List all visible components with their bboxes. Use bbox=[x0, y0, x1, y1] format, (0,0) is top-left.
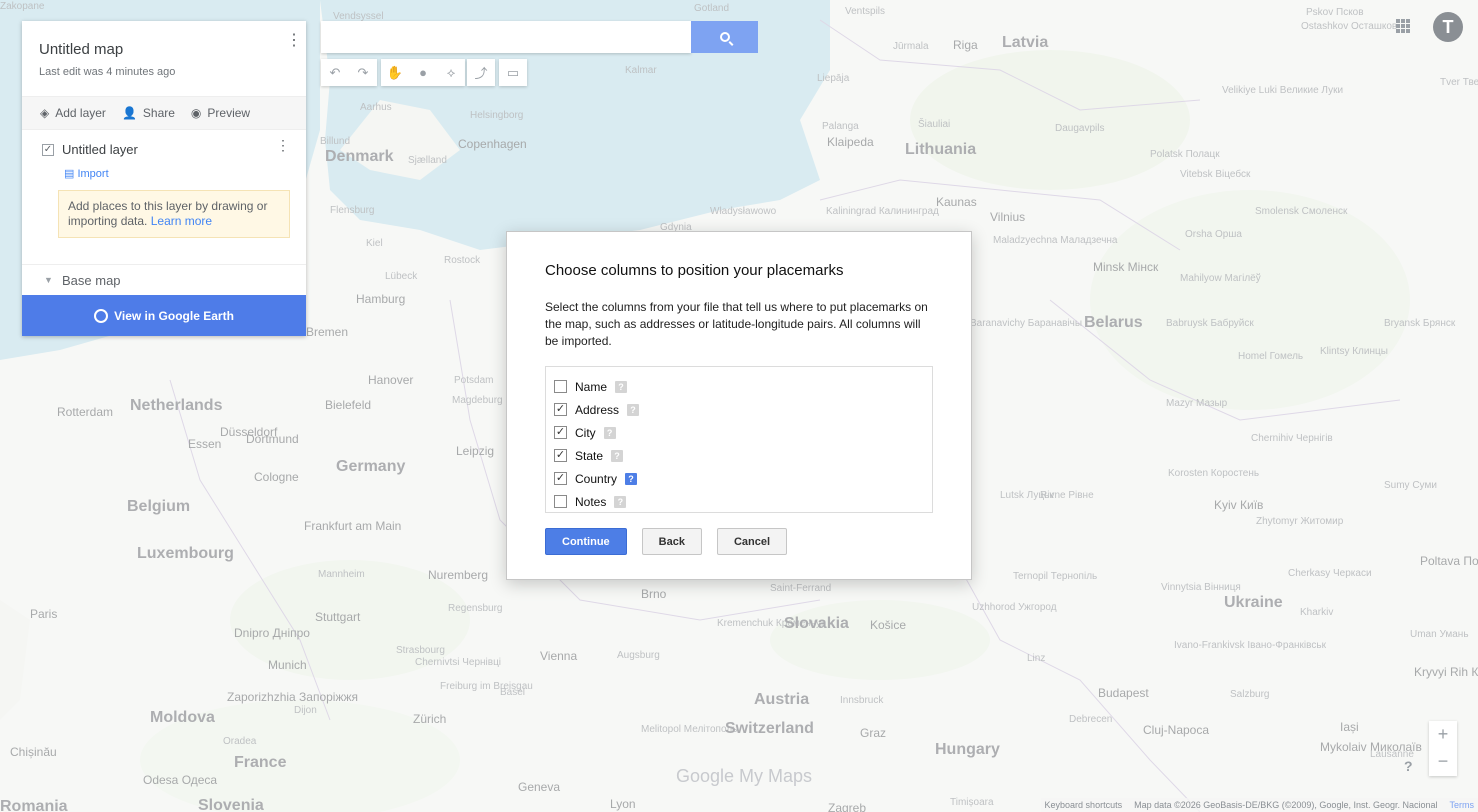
column-row[interactable]: ✓ Address? bbox=[554, 398, 932, 421]
column-checkbox[interactable]: ✓ bbox=[554, 403, 567, 416]
zoom-in-button[interactable]: + bbox=[1429, 721, 1457, 748]
eye-icon: ◉ bbox=[190, 106, 202, 120]
layer-section: ✓ Untitled layer ⋮ ▤ Import Add places t… bbox=[22, 130, 306, 264]
google-earth-button[interactable]: View in Google Earth bbox=[22, 295, 306, 336]
directions-icon[interactable]: ⤴ bbox=[467, 59, 495, 86]
column-checkbox[interactable]: ✓ bbox=[554, 472, 567, 485]
column-name: Country bbox=[575, 471, 618, 486]
column-checkbox[interactable] bbox=[554, 495, 567, 508]
last-edit-text: Last edit was 4 minutes ago bbox=[39, 66, 176, 78]
file-icon: ▤ bbox=[64, 168, 78, 180]
back-button[interactable]: Back bbox=[641, 528, 702, 555]
preview-button[interactable]: ◉ Preview bbox=[191, 106, 250, 120]
layers-icon: ◈ bbox=[40, 106, 50, 120]
layer-options-icon[interactable]: ⋮ bbox=[276, 138, 290, 152]
google-my-maps-logo: Google My Maps bbox=[676, 766, 813, 786]
help-icon[interactable]: ? bbox=[603, 426, 616, 439]
import-label: Import bbox=[77, 168, 109, 180]
map-options-icon[interactable]: ⋮ bbox=[286, 33, 302, 57]
share-button[interactable]: 👤 Share bbox=[122, 106, 175, 120]
search-button[interactable] bbox=[691, 21, 758, 53]
help-icon[interactable]: ? bbox=[1404, 758, 1413, 774]
dialog-title: Choose columns to position your placemar… bbox=[545, 262, 844, 279]
column-name: Address bbox=[575, 402, 620, 417]
choose-columns-dialog: Choose columns to position your placemar… bbox=[506, 231, 972, 580]
column-checkbox[interactable] bbox=[554, 380, 567, 393]
column-row[interactable]: Name? bbox=[554, 375, 932, 398]
import-link[interactable]: ▤ Import bbox=[64, 167, 290, 180]
undo-redo-toolbar: ↶ ↷ bbox=[321, 59, 377, 86]
column-name: State bbox=[575, 448, 604, 463]
dialog-description: Select the columns from your file that t… bbox=[545, 300, 928, 348]
help-icon[interactable]: ? bbox=[614, 495, 627, 508]
learn-more-link[interactable]: Learn more bbox=[151, 214, 212, 228]
hand-icon[interactable]: ✋ bbox=[381, 59, 409, 86]
add-layer-button[interactable]: ◈ Add layer bbox=[40, 106, 106, 120]
apps-grid-icon[interactable] bbox=[1396, 19, 1410, 33]
column-row[interactable]: Notes? bbox=[554, 490, 932, 513]
cancel-button[interactable]: Cancel bbox=[716, 528, 788, 555]
column-name: Name bbox=[575, 379, 608, 394]
layer-visibility-checkbox[interactable]: ✓ bbox=[42, 143, 54, 156]
column-checkbox[interactable]: ✓ bbox=[554, 426, 567, 439]
preview-label: Preview bbox=[207, 106, 251, 120]
ruler-icon[interactable]: ▭ bbox=[499, 59, 527, 86]
column-row[interactable]: ✓ City? bbox=[554, 421, 932, 444]
column-name: Notes bbox=[575, 494, 607, 509]
dialog-buttons: Continue Back Cancel bbox=[545, 528, 933, 555]
help-icon[interactable]: ? bbox=[625, 472, 638, 485]
column-checkbox[interactable]: ✓ bbox=[554, 449, 567, 462]
column-name: City bbox=[575, 425, 596, 440]
account-avatar[interactable]: T bbox=[1433, 12, 1463, 42]
person-add-icon: 👤 bbox=[121, 106, 137, 120]
help-icon[interactable]: ? bbox=[611, 449, 624, 462]
search-icon bbox=[719, 32, 730, 42]
continue-button[interactable]: Continue bbox=[545, 528, 627, 555]
column-row[interactable]: ✓ State? bbox=[554, 444, 932, 467]
measure-toolbar: ▭ bbox=[499, 59, 527, 86]
column-row[interactable]: ✓ Country? bbox=[554, 467, 932, 490]
earth-icon bbox=[94, 308, 109, 323]
help-icon[interactable]: ? bbox=[615, 380, 628, 393]
columns-list: Name? ✓ Address? ✓ City? ✓ State? ✓ Country?… bbox=[545, 366, 933, 513]
expand-arrow-icon[interactable]: ▼ bbox=[44, 275, 53, 285]
panel-header: Untitled map Last edit was 4 minutes ago… bbox=[22, 21, 306, 96]
zoom-out-button[interactable]: − bbox=[1429, 748, 1457, 775]
keyboard-shortcuts-link[interactable]: Keyboard shortcuts bbox=[1045, 800, 1123, 810]
draw-toolbar: ✋ ● ⟡ bbox=[381, 59, 465, 86]
map-data-attribution: Map data ©2026 GeoBasis-DE/BKG (©2009), … bbox=[1134, 800, 1438, 810]
terms-link[interactable]: Terms bbox=[1450, 800, 1475, 810]
base-map-row[interactable]: ▼ Base map bbox=[22, 264, 306, 295]
draw-line-icon[interactable]: ⟡ bbox=[437, 59, 465, 86]
layer-row: ✓ Untitled layer bbox=[42, 142, 290, 157]
base-map-label: Base map bbox=[62, 272, 121, 288]
directions-toolbar: ⤴ bbox=[467, 59, 495, 86]
map-title[interactable]: Untitled map bbox=[39, 41, 290, 58]
add-layer-label: Add layer bbox=[55, 106, 106, 120]
undo-icon[interactable]: ↶ bbox=[321, 59, 349, 86]
search-box bbox=[321, 21, 691, 53]
marker-icon[interactable]: ● bbox=[409, 59, 437, 86]
redo-icon[interactable]: ↷ bbox=[349, 59, 377, 86]
map-sidebar-panel: Untitled map Last edit was 4 minutes ago… bbox=[22, 21, 306, 336]
search-input[interactable] bbox=[321, 21, 691, 53]
map-footer: Keyboard shortcuts Map data ©2026 GeoBas… bbox=[1040, 798, 1478, 812]
google-earth-label: View in Google Earth bbox=[114, 308, 234, 323]
share-label: Share bbox=[142, 106, 175, 120]
layer-name[interactable]: Untitled layer bbox=[62, 142, 138, 157]
panel-actions: ◈ Add layer 👤 Share ◉ Preview bbox=[22, 96, 306, 130]
zoom-controls: + − bbox=[1429, 721, 1457, 776]
help-icon[interactable]: ? bbox=[627, 403, 640, 416]
layer-hint-box: Add places to this layer by drawing or i… bbox=[58, 190, 290, 238]
